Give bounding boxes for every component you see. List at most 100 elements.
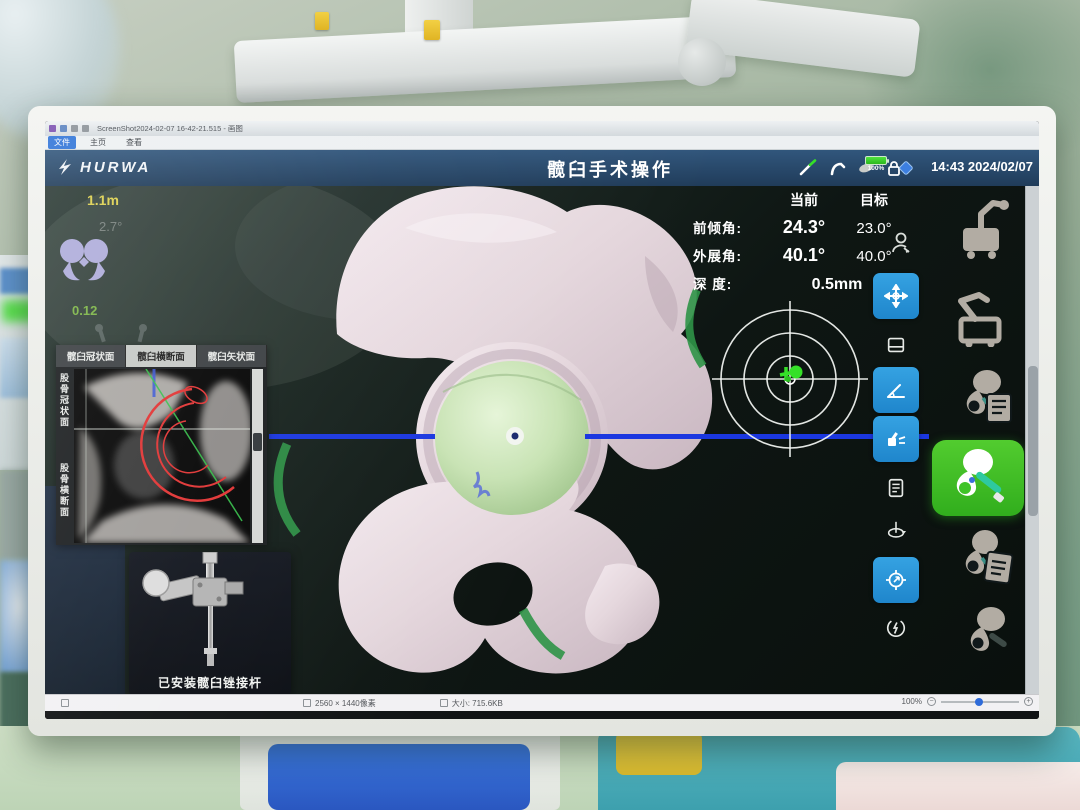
workflow-pelvis-ream-active[interactable]	[932, 440, 1024, 516]
ct-tab-bar: 髋臼冠状面 髋臼横断面 髋臼矢状面	[56, 345, 267, 367]
column-current: 当前	[767, 190, 841, 210]
alignment-bullseye	[710, 299, 870, 459]
page-title: 髋臼手术操作	[547, 156, 673, 182]
window-title: ScreenShot2024-02-07 16-42-21.515 - 画图	[97, 123, 243, 134]
column-target: 目标	[841, 190, 907, 210]
tab-acetabulum-transverse[interactable]: 髋臼横断面	[126, 345, 196, 367]
rotate-view-button[interactable]	[873, 516, 919, 546]
pelvis-tracker-icon	[56, 235, 112, 291]
ct-slice-image[interactable]	[74, 369, 250, 543]
workflow-pelvis-plan[interactable]	[957, 368, 1021, 430]
table-edge	[836, 762, 1080, 810]
ct-scrollbar-handle[interactable]	[253, 433, 262, 451]
window-scrollbar-handle[interactable]	[1028, 366, 1038, 516]
pelvis-reamer-icon	[946, 447, 1010, 509]
zoom-in-button[interactable]: +	[1024, 697, 1033, 706]
target-lock-icon	[884, 568, 908, 592]
warning-sticker	[315, 12, 329, 30]
tab-acetabulum-sagittal[interactable]: 髋臼矢状面	[197, 345, 267, 367]
ceiling-boom-arm	[234, 15, 737, 103]
cup-center-dot	[512, 433, 519, 440]
workflow-pelvis-tool[interactable]	[961, 605, 1019, 665]
move-icon	[884, 284, 908, 308]
app-header: HURWA 髋臼手术操作 1	[45, 150, 1039, 186]
report-list-button[interactable]	[873, 473, 919, 503]
screen: ScreenShot2024-02-07 16-42-21.515 - 画图 文…	[45, 121, 1039, 719]
target-lock-button[interactable]	[873, 557, 919, 603]
yellow-container	[616, 731, 702, 775]
surgery-3d-viewport: 1.1m 2.7° 0.12	[45, 186, 1025, 694]
ghost-tool-icon	[91, 322, 113, 344]
save-icon[interactable]	[60, 125, 67, 132]
axis-label-femur-coronal: 股骨冠状面	[58, 373, 73, 428]
rotate-view-icon	[885, 520, 907, 542]
operating-room-photo: ScreenShot2024-02-07 16-42-21.515 - 画图 文…	[0, 0, 1080, 810]
axis-line-left	[269, 434, 435, 439]
ct-slice-render	[74, 369, 250, 543]
power-reset-icon	[885, 617, 907, 639]
cursor-position-icon	[61, 699, 69, 707]
ghost-tool-icon	[131, 322, 153, 344]
zoom-slider-handle[interactable]	[975, 698, 983, 706]
angle-icon	[884, 378, 908, 402]
diamond-icon	[897, 159, 915, 177]
battery-icon: 100%	[863, 156, 889, 173]
pelvis-clipboard-icon	[957, 368, 1021, 430]
curved-probe-icon	[829, 159, 847, 177]
move-tool-button[interactable]	[873, 273, 919, 319]
zoom-out-button[interactable]: −	[927, 697, 936, 706]
axis-label-femur-transverse: 股骨横断面	[58, 463, 73, 518]
registration-score: 0.12	[72, 303, 97, 318]
paint-app-icon	[49, 125, 56, 132]
zoom-level: 100%	[902, 697, 922, 706]
file-size: 大小: 715.6KB	[452, 698, 503, 709]
reamer-link-rod-render	[129, 552, 291, 672]
ct-scrollbar[interactable]	[252, 369, 263, 543]
zoom-controls: 100% − +	[902, 697, 1033, 706]
window-statusbar: 2560 × 1440像素 大小: 715.6KB 100% − +	[45, 694, 1039, 711]
hurwa-logo-icon	[55, 157, 75, 177]
instrument-status-panel: 已安装髋臼锉接杆	[129, 552, 291, 694]
warning-sticker	[424, 20, 440, 40]
menu-file[interactable]: 文件	[48, 136, 76, 149]
reamer-icon	[884, 427, 908, 451]
instrument-caption: 已安装髋臼锉接杆	[129, 674, 291, 691]
patient-icon[interactable]	[890, 231, 912, 255]
angle-tool-button[interactable]	[873, 367, 919, 413]
zoom-slider[interactable]	[941, 701, 1019, 703]
layout-panel-button[interactable]	[873, 330, 919, 360]
monitor-bezel: ScreenShot2024-02-07 16-42-21.515 - 画图 文…	[28, 106, 1056, 736]
image-dimensions: 2560 × 1440像素	[315, 698, 376, 709]
brand-logo: HURWA	[55, 157, 151, 177]
blue-tray	[268, 744, 530, 810]
probe-icon	[799, 159, 817, 177]
battery-percent: 100%	[863, 165, 889, 173]
robot-cart-icon	[945, 285, 1009, 347]
filesize-icon	[440, 699, 448, 707]
redo-icon[interactable]	[82, 125, 89, 132]
camera-distance: 1.1m	[87, 192, 119, 208]
tab-acetabulum-coronal[interactable]: 髋臼冠状面	[56, 345, 126, 367]
brand-name: HURWA	[80, 159, 151, 176]
green-arc	[278, 444, 297, 534]
ct-body: 股骨冠状面 股骨横断面	[56, 367, 267, 545]
undo-icon[interactable]	[71, 125, 78, 132]
reamer-tool-button[interactable]	[873, 416, 919, 462]
workflow-robot-cart-a[interactable]	[951, 196, 1011, 260]
window-titlebar: ScreenShot2024-02-07 16-42-21.515 - 画图	[45, 121, 1039, 136]
window-menubar: 文件 主页 查看	[45, 136, 1039, 150]
pelvis-tool-icon	[961, 605, 1019, 665]
workflow-robot-cart-b[interactable]	[945, 285, 1009, 347]
screen-bottom-strip	[45, 711, 1039, 719]
window-scrollbar[interactable]	[1025, 186, 1039, 694]
measurement-header: 当前 目标	[767, 190, 945, 210]
dimensions-icon	[303, 699, 311, 707]
workflow-pelvis-verify[interactable]	[957, 528, 1021, 590]
clock: 14:43 2024/02/07	[931, 159, 1033, 174]
power-reset-button[interactable]	[873, 613, 919, 643]
ct-slice-panel: 髋臼冠状面 髋臼横断面 髋臼矢状面 股骨冠状面 股骨横断面	[56, 345, 267, 545]
robot-cart-icon	[951, 196, 1011, 260]
battery-level	[865, 156, 887, 165]
menu-home[interactable]: 主页	[84, 136, 112, 149]
menu-view[interactable]: 查看	[120, 136, 148, 149]
